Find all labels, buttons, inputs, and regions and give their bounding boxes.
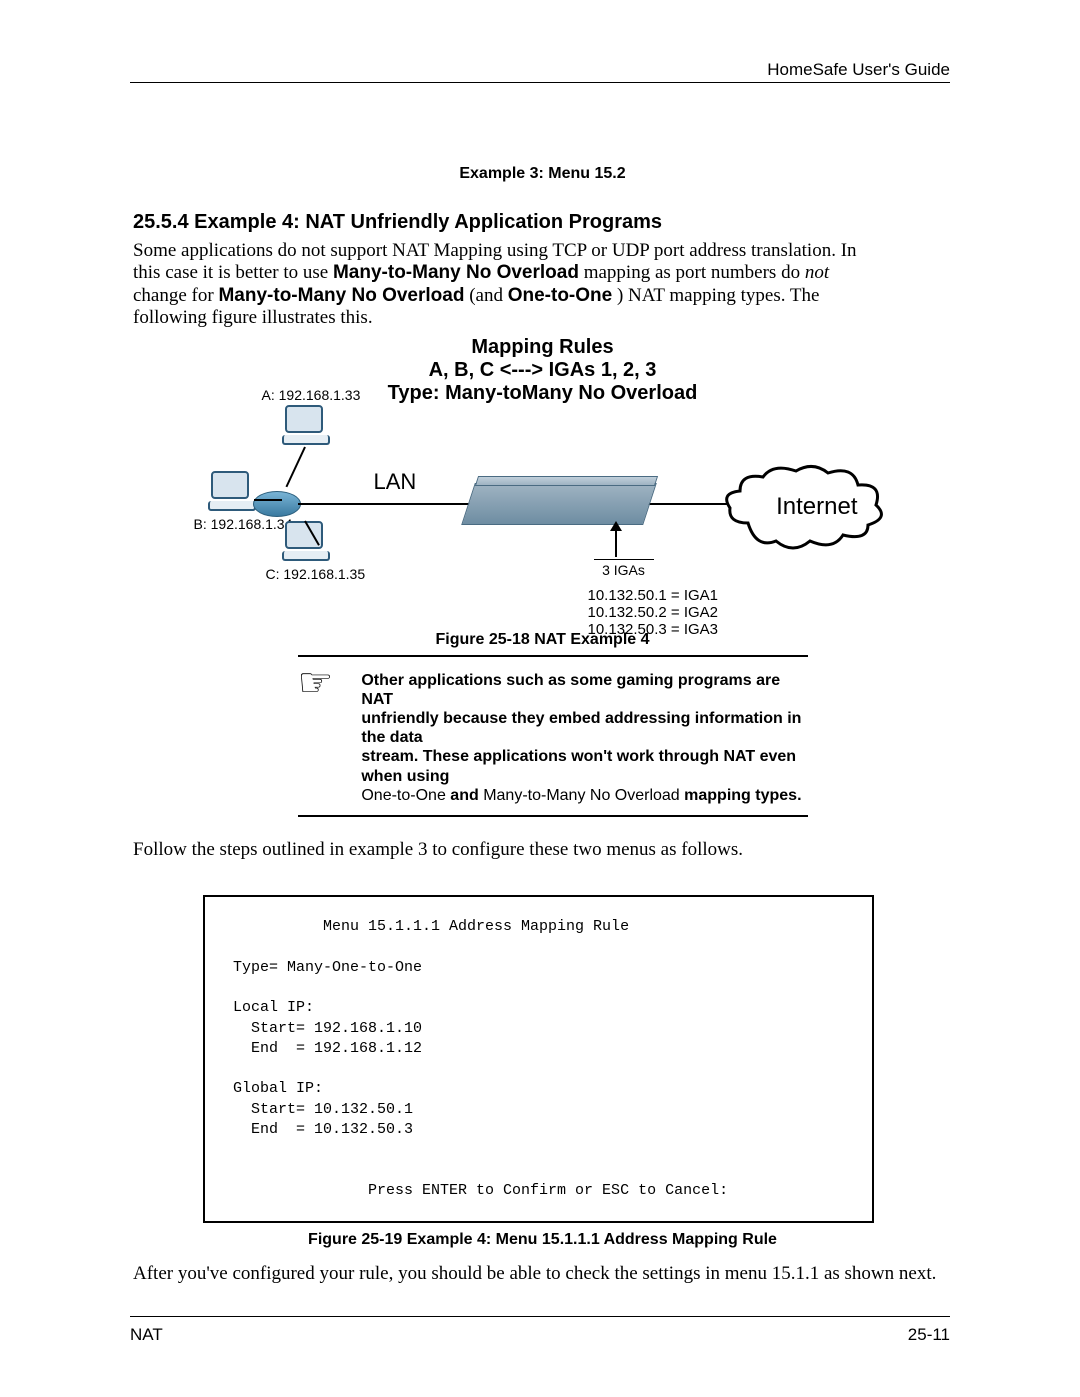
terminal-menu-15-1-1-1: Menu 15.1.1.1 Address Mapping Rule Type=… (203, 895, 874, 1223)
figure-25-18-caption: Figure 25-18 NAT Example 4 (208, 631, 878, 649)
computer-icon (282, 521, 326, 561)
computer-icon (208, 471, 252, 511)
iga2: 10.132.50.2 = IGA2 (588, 604, 719, 621)
note-callout: ☞ Other applications such as some gaming… (298, 655, 808, 817)
diagram-body: A: 192.168.1.33 B: 192.168.1.34 C: 192.1… (208, 411, 878, 531)
intro-line2a: this case it is better to use (133, 262, 333, 283)
note-line4c: Many-to-Many No Overload (483, 787, 684, 804)
term-global-end: End = 10.132.50.3 (233, 1121, 413, 1138)
host-a-label: A: 192.168.1.33 (262, 387, 361, 403)
iga3: 10.132.50.3 = IGA3 (588, 621, 719, 638)
footer-left: NAT (130, 1325, 163, 1345)
header-doc-title: HomeSafe User's Guide (767, 60, 950, 80)
intro-line4: following figure illustrates this. (133, 307, 373, 328)
nat-device-icon (461, 483, 657, 525)
arrow-up-icon (615, 523, 617, 557)
diagram-title-line2: A, B, C <---> IGAs 1, 2, 3 (208, 359, 878, 382)
hand-pointing-icon: ☞ (298, 677, 334, 805)
host-b-label: B: 192.168.1.34 (194, 516, 293, 532)
three-igas-label: 3 IGAs (594, 559, 654, 578)
intro-line1: Some applications do not support NAT Map… (133, 240, 857, 261)
follow-steps-text: Follow the steps outlined in example 3 t… (133, 839, 952, 861)
note-line1: Other applications such as some gaming p… (361, 672, 780, 708)
footer-page-number: 25-11 (908, 1325, 950, 1345)
header-rule (130, 82, 950, 83)
note-line4b: and (450, 787, 483, 804)
iga1: 10.132.50.1 = IGA1 (588, 587, 719, 604)
term-global-start: Start= 10.132.50.1 (233, 1101, 413, 1118)
note-line4a: One-to-One (361, 787, 450, 804)
host-c-label: C: 192.168.1.35 (266, 566, 366, 582)
section-heading: 25.5.4 Example 4: NAT Unfriendly Applica… (133, 211, 952, 234)
intro-line3a: change for (133, 285, 218, 306)
computer-icon (282, 405, 326, 445)
term-title: Menu 15.1.1.1 Address Mapping Rule (233, 918, 629, 935)
term-localip: Local IP: (233, 999, 314, 1016)
after-text: After you've configured your rule, you s… (133, 1263, 952, 1285)
footer-rule (130, 1316, 950, 1317)
note-text: Other applications such as some gaming p… (361, 671, 807, 805)
example3-caption: Example 3: Menu 15.2 (133, 165, 952, 183)
figure-25-19-caption: Figure 25-19 Example 4: Menu 15.1.1.1 Ad… (133, 1231, 952, 1249)
intro-line3c: (and (469, 285, 508, 306)
section-title: Example 4: NAT Unfriendly Application Pr… (194, 211, 662, 233)
nat-diagram: Mapping Rules A, B, C <---> IGAs 1, 2, 3… (208, 336, 878, 817)
term-local-start: Start= 192.168.1.10 (233, 1020, 422, 1037)
intro-line2-italic: not (805, 262, 829, 283)
router-icon (253, 491, 301, 517)
intro-line2c: mapping as port numbers do (584, 262, 805, 283)
wire-icon (254, 499, 282, 501)
note-line4d: mapping types. (684, 787, 801, 804)
internet-label: Internet (776, 493, 857, 521)
note-line3: stream. These applications won't work th… (361, 748, 796, 784)
intro-line2-bold: Many-to-Many No Overload (333, 262, 579, 283)
intro-line3-bold2: One-to-One (508, 285, 613, 306)
wire-icon (285, 446, 305, 487)
lan-label: LAN (374, 469, 417, 495)
term-press-enter: Press ENTER to Confirm or ESC to Cancel: (233, 1182, 728, 1199)
iga-list: 10.132.50.1 = IGA1 10.132.50.2 = IGA2 10… (588, 587, 719, 639)
diagram-title-line1: Mapping Rules (208, 336, 878, 359)
intro-line3e: ) NAT mapping types. The (617, 285, 819, 306)
section-number: 25.5.4 (133, 211, 189, 233)
page: HomeSafe User's Guide Example 3: Menu 15… (0, 0, 1080, 1397)
intro-paragraph: Some applications do not support NAT Map… (133, 240, 952, 330)
page-content: Example 3: Menu 15.2 25.5.4 Example 4: N… (133, 165, 952, 1291)
term-local-end: End = 192.168.1.12 (233, 1040, 422, 1057)
note-line2: unfriendly because they embed addressing… (361, 710, 801, 746)
intro-line3-bold1: Many-to-Many No Overload (218, 285, 464, 306)
term-globalip: Global IP: (233, 1080, 323, 1097)
term-type: Type= Many-One-to-One (233, 959, 422, 976)
